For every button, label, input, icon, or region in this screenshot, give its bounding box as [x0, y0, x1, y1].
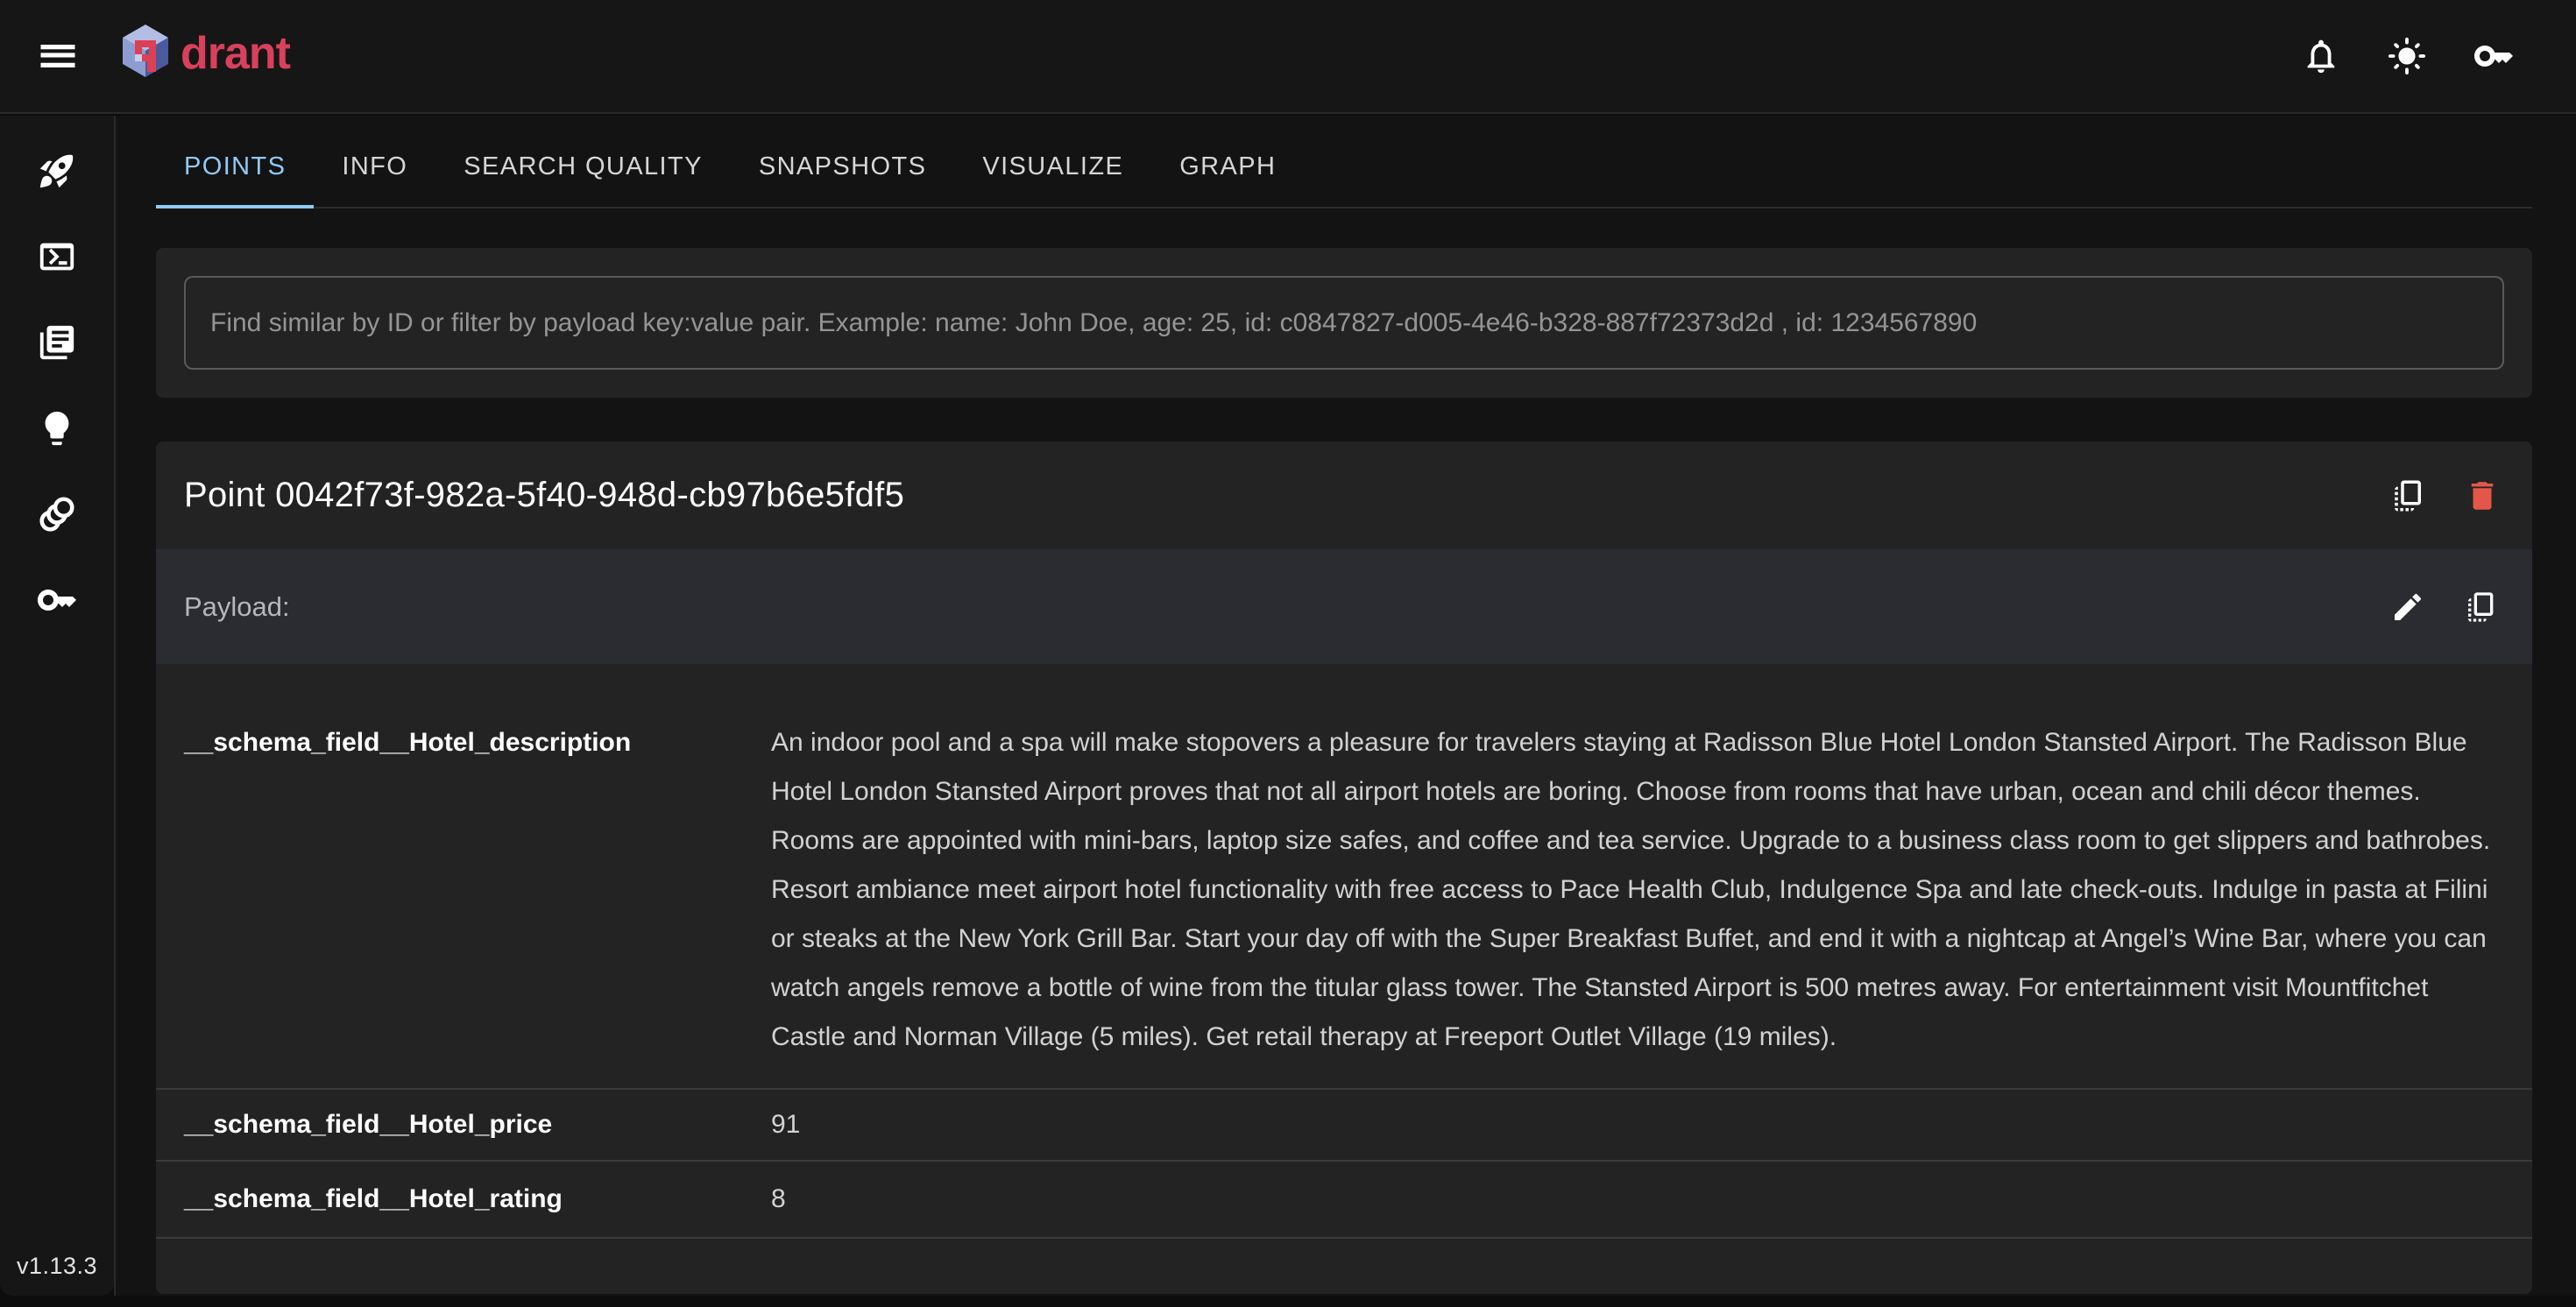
payload-bar: Payload: [156, 549, 2532, 664]
field-key: __schema_field__Hotel_description [184, 718, 771, 1062]
rocket-icon [37, 151, 77, 191]
key-icon [36, 579, 78, 621]
payload-field-row: __schema_field__Hotel_description An ind… [156, 664, 2532, 1088]
tab-search-quality[interactable]: SEARCH QUALITY [435, 126, 731, 207]
notifications-button[interactable] [2301, 36, 2341, 76]
row-divider [156, 1237, 2532, 1239]
sidebar-item-tutorial[interactable] [26, 408, 88, 449]
point-search-input[interactable] [184, 276, 2504, 370]
sidebar-item-welcome[interactable] [26, 151, 88, 191]
field-value: 8 [771, 1175, 2494, 1224]
copy-point-button[interactable] [2390, 477, 2427, 514]
collections-icon [37, 322, 77, 363]
point-card: Point 0042f73f-982a-5f40-948d-cb97b6e5fd… [156, 442, 2532, 1294]
theme-toggle-button[interactable] [2387, 36, 2427, 76]
point-actions [2390, 477, 2501, 514]
tab-points[interactable]: POINTS [156, 126, 314, 207]
point-header: Point 0042f73f-982a-5f40-948d-cb97b6e5fd… [156, 442, 2532, 549]
edit-payload-button[interactable] [2390, 590, 2425, 625]
rings-icon [37, 494, 77, 534]
main-content: POINTS INFO SEARCH QUALITY SNAPSHOTS VIS… [116, 116, 2576, 1296]
field-value: An indoor pool and a spa will make stopo… [771, 718, 2494, 1062]
app-version: v1.13.3 [0, 1253, 114, 1280]
qdrant-cube-icon [119, 23, 172, 89]
tab-visualize[interactable]: VISUALIZE [954, 126, 1151, 207]
menu-button[interactable] [32, 30, 84, 82]
bell-icon [2301, 36, 2341, 76]
collection-tabs: POINTS INFO SEARCH QUALITY SNAPSHOTS VIS… [156, 126, 2532, 208]
qdrant-logo[interactable]: drant [119, 23, 290, 89]
sun-icon [2387, 36, 2427, 76]
lightbulb-icon [37, 408, 77, 449]
field-value: 91 [771, 1100, 2494, 1149]
search-card [156, 248, 2532, 398]
hamburger-menu-icon [35, 33, 81, 79]
copy-icon [2464, 590, 2499, 625]
field-key: __schema_field__Hotel_price [184, 1100, 771, 1149]
topbar-actions [2301, 35, 2515, 77]
delete-point-button[interactable] [2464, 477, 2501, 514]
sidebar-item-collections[interactable] [26, 322, 88, 363]
key-icon [2473, 35, 2515, 77]
payload-field-row: __schema_field__Hotel_price 91 [156, 1090, 2532, 1160]
top-app-bar: drant [0, 0, 2576, 114]
trash-icon [2464, 477, 2501, 514]
tab-graph[interactable]: GRAPH [1151, 126, 1304, 207]
terminal-icon [37, 237, 77, 277]
pencil-icon [2390, 590, 2425, 625]
tab-info[interactable]: INFO [314, 126, 435, 207]
payload-actions [2390, 590, 2499, 625]
sidebar-item-console[interactable] [26, 237, 88, 277]
copy-payload-button[interactable] [2464, 590, 2499, 625]
sidebar: v1.13.3 [0, 116, 114, 1296]
copy-icon [2390, 477, 2427, 514]
sidebar-item-access[interactable] [26, 580, 88, 620]
sidebar-item-datasets[interactable] [26, 494, 88, 534]
tab-snapshots[interactable]: SNAPSHOTS [731, 126, 954, 207]
point-title: Point 0042f73f-982a-5f40-948d-cb97b6e5fd… [184, 476, 904, 515]
field-key: __schema_field__Hotel_rating [184, 1175, 771, 1224]
logo-wordmark: drant [180, 31, 290, 81]
api-key-button[interactable] [2473, 35, 2515, 77]
payload-label: Payload: [184, 591, 290, 623]
payload-field-row: __schema_field__Hotel_rating 8 [156, 1162, 2532, 1237]
